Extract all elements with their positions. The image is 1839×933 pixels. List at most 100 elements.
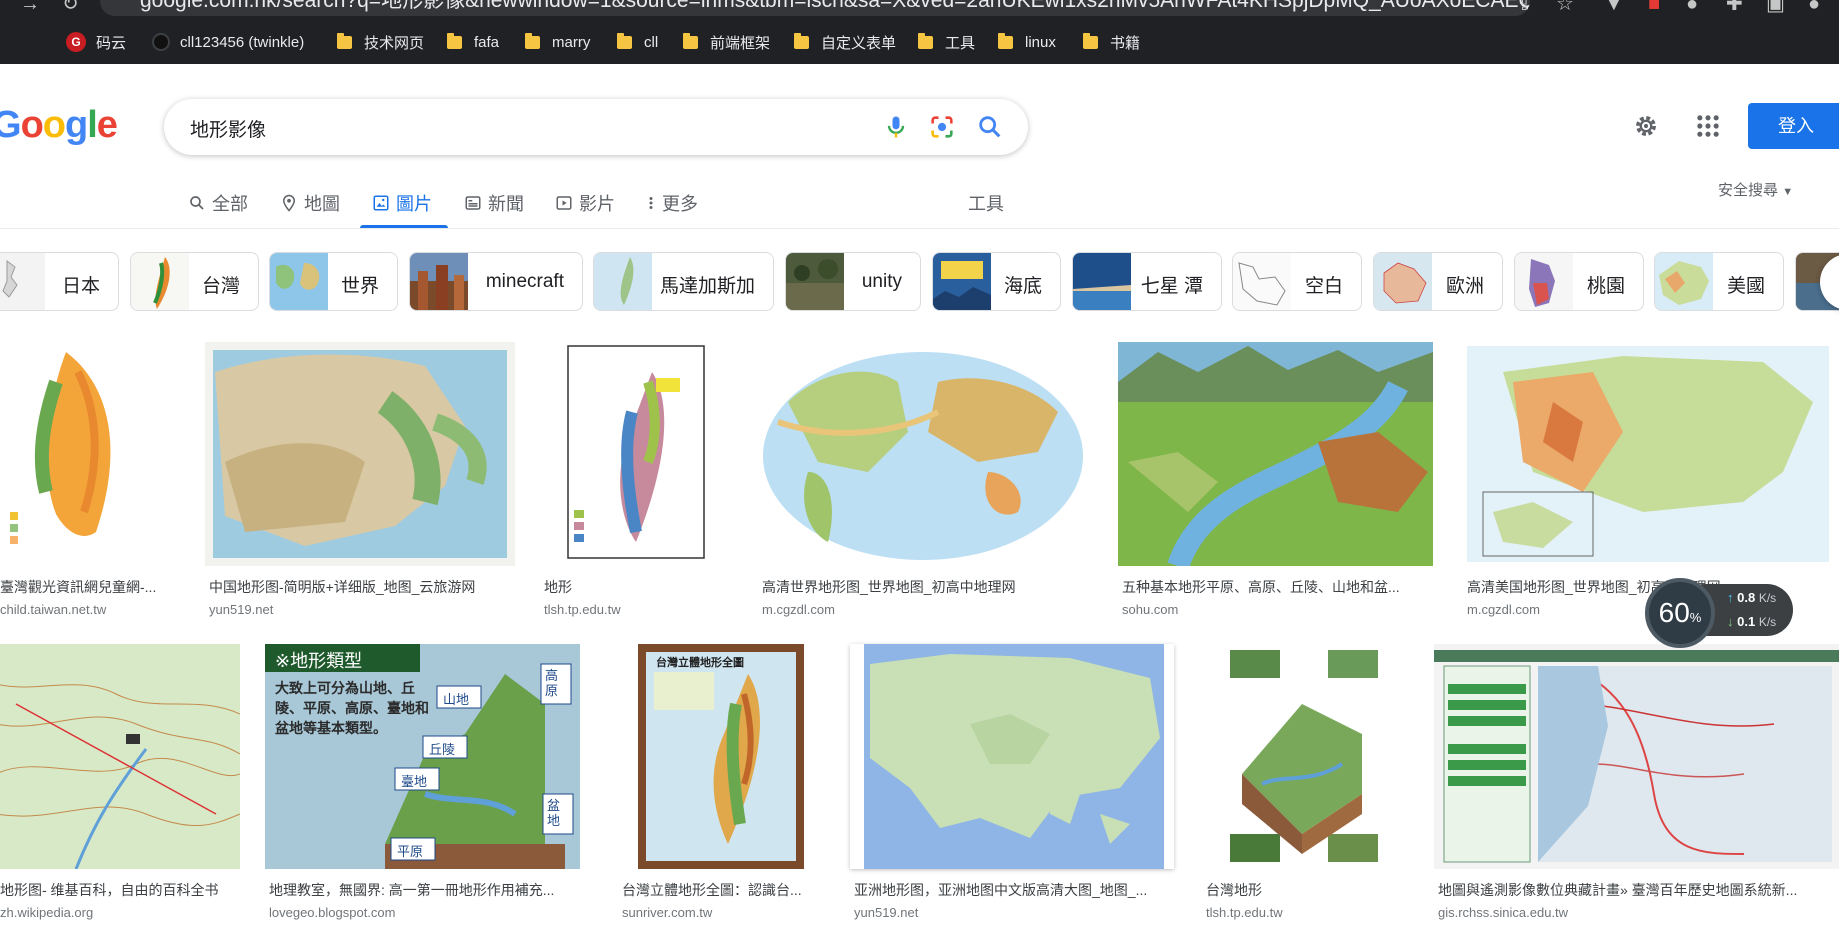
google-logo[interactable]: Google [0, 104, 118, 147]
result-source[interactable]: yun519.net [854, 905, 918, 920]
bookmark-github[interactable]: cll123456 (twinkle) [152, 32, 304, 52]
chip-europe[interactable]: 歐洲 [1373, 252, 1503, 311]
result-source[interactable]: sohu.com [1122, 602, 1178, 617]
chip-qixingtan[interactable]: 七星 潭 [1072, 252, 1222, 311]
profile-icon[interactable]: ● [1808, 0, 1820, 14]
bookmark-folder[interactable]: 前端框架 [683, 32, 770, 52]
result-image[interactable] [1463, 342, 1833, 566]
bookmark-folder[interactable]: cll [617, 32, 658, 52]
result-title[interactable]: 地形图- 维基百科，自由的百科全书 [0, 880, 240, 900]
bookmark-folder[interactable]: linux [998, 32, 1056, 52]
result-image[interactable] [0, 342, 180, 566]
bookmark-folder[interactable]: 书籍 [1083, 32, 1140, 52]
side-panel-icon[interactable]: ▣ [1766, 0, 1785, 14]
result-source[interactable]: m.cgzdl.com [1467, 602, 1540, 617]
result-title[interactable]: 地圖與遙測影像數位典藏計畫» 臺灣百年歷史地圖系統新... [1438, 880, 1838, 900]
result-image[interactable] [540, 342, 732, 566]
chip-madagascar[interactable]: 馬達加斯加 [593, 252, 774, 311]
result-image[interactable] [758, 342, 1088, 566]
search-input[interactable]: 地形影像 [190, 115, 266, 142]
chip-blank[interactable]: 空白 [1232, 252, 1362, 311]
chip-minecraft[interactable]: minecraft [409, 252, 583, 311]
chip-world[interactable]: 世界 [269, 252, 398, 311]
result-source[interactable]: m.cgzdl.com [762, 602, 835, 617]
tab-videos[interactable]: 影片 [555, 190, 615, 216]
result-title[interactable]: 地理教室，無國界: 高一第一冊地形作用補充... [269, 880, 584, 900]
chip-seabed[interactable]: 海底 [932, 252, 1061, 311]
tab-images[interactable]: 圖片 [372, 190, 432, 216]
chip-japan[interactable]: 日本 [0, 252, 119, 311]
result-title[interactable]: 中国地形图-简明版+详细版_地图_云旅游网 [209, 577, 519, 597]
result-source[interactable]: tlsh.tp.edu.tw [1206, 905, 1283, 920]
result-image[interactable] [1434, 644, 1839, 869]
tab-all[interactable]: 全部 [188, 190, 248, 216]
tab-maps[interactable]: 地圖 [280, 190, 340, 216]
result-image[interactable] [850, 644, 1174, 869]
result-image[interactable] [1118, 342, 1433, 566]
forward-arrow-icon[interactable]: → [20, 0, 40, 14]
settings-gear-icon[interactable] [1632, 112, 1660, 140]
extension-badge-icon[interactable]: ■ [1648, 0, 1660, 14]
image-result[interactable]: 地形 tlsh.tp.edu.tw [540, 342, 732, 620]
puzzle-icon[interactable]: ✚ [1726, 0, 1743, 14]
result-image[interactable]: 台灣立體地形全圖 [618, 644, 824, 869]
bookmark-folder[interactable]: 技术网页 [337, 32, 424, 52]
bookmark-folder[interactable]: fafa [447, 32, 499, 52]
result-image[interactable] [1202, 644, 1408, 869]
reload-icon[interactable]: ↻ [62, 0, 79, 14]
result-title[interactable]: 亚洲地形图，亚洲地图中文版高清大图_地图_... [854, 880, 1172, 900]
result-source[interactable]: tlsh.tp.edu.tw [544, 602, 621, 617]
image-result[interactable]: 亚洲地形图，亚洲地图中文版高清大图_地图_... yun519.net [850, 644, 1174, 924]
extension-filter-icon[interactable]: ▼ [1604, 0, 1624, 14]
share-icon[interactable]: ⇪ [1516, 0, 1533, 14]
result-image[interactable] [0, 644, 240, 869]
image-result[interactable]: 高清世界地形图_世界地图_初高中地理网 m.cgzdl.com [758, 342, 1088, 620]
chip-taiwan[interactable]: 台灣 [130, 252, 259, 311]
bookmark-star-icon[interactable]: ☆ [1556, 0, 1574, 14]
chip-taoyuan[interactable]: 桃園 [1514, 252, 1644, 311]
result-title[interactable]: 高清世界地形图_世界地图_初高中地理网 [762, 577, 1092, 597]
image-result[interactable]: 五种基本地形平原、高原、丘陵、山地和盆... sohu.com [1118, 342, 1433, 620]
result-title[interactable]: 地形 [544, 577, 734, 597]
search-box[interactable]: 地形影像 [164, 99, 1028, 155]
bookmark-folder[interactable]: 自定义表单 [794, 32, 896, 52]
network-speed-widget[interactable]: 60% ↑ 0.8 K/s ↓ 0.1 K/s [1645, 578, 1793, 648]
result-source[interactable]: child.taiwan.net.tw [0, 602, 106, 617]
bookmark-folder[interactable]: marry [525, 32, 590, 52]
image-result[interactable]: 台灣立體地形全圖 台灣立體地形全圖：認識台... sunriver.com.tw [618, 644, 824, 924]
chip-unity[interactable]: unity [785, 252, 921, 311]
tab-more[interactable]: 更多 [646, 190, 698, 216]
address-text[interactable]: google.com.hk/search?q=地形影像&newwindow=1&… [140, 0, 1530, 12]
image-result[interactable]: 地圖與遙測影像數位典藏計畫» 臺灣百年歷史地圖系統新... gis.rchss.… [1434, 644, 1839, 924]
search-icon[interactable] [976, 113, 1004, 141]
result-source[interactable]: yun519.net [209, 602, 273, 617]
result-title[interactable]: 台灣立體地形全圖：認識台... [622, 880, 822, 900]
result-source[interactable]: sunriver.com.tw [622, 905, 712, 920]
result-title[interactable]: 台灣地形 [1206, 880, 1406, 900]
extension-avatar-icon[interactable]: ● [1686, 0, 1698, 14]
image-result[interactable]: 台灣地形 tlsh.tp.edu.tw [1202, 644, 1408, 924]
bookmark-gitee[interactable]: G 码云 [66, 32, 126, 52]
microphone-icon[interactable] [882, 113, 910, 141]
result-source[interactable]: lovegeo.blogspot.com [269, 905, 395, 920]
chip-usa[interactable]: 美國 [1654, 252, 1784, 311]
image-result[interactable]: ※地形類型 大致上可分為山地、丘陵、平原、高原、臺地和盆地等基本類型。 山地 高… [265, 644, 580, 924]
apps-grid-icon[interactable] [1694, 112, 1722, 140]
image-result[interactable]: 中国地形图-简明版+详细版_地图_云旅游网 yun519.net [205, 342, 515, 620]
address-bar[interactable]: google.com.hk/search?q=地形影像&newwindow=1&… [100, 0, 1530, 16]
result-source[interactable]: zh.wikipedia.org [0, 905, 93, 920]
result-title[interactable]: 臺灣觀光資訊網兒童網-... [0, 577, 180, 597]
result-title[interactable]: 五种基本地形平原、高原、丘陵、山地和盆... [1122, 577, 1437, 597]
result-image[interactable] [205, 342, 515, 566]
sign-in-button[interactable]: 登入 [1748, 103, 1839, 149]
bookmark-folder[interactable]: 工具 [918, 32, 975, 52]
safe-search-menu[interactable]: 安全搜尋 ▼ [1718, 179, 1793, 200]
image-result[interactable]: 臺灣觀光資訊網兒童網-... child.taiwan.net.tw [0, 342, 180, 620]
browser-address-row: → ↻ google.com.hk/search?q=地形影像&newwindo… [0, 0, 1839, 18]
image-result[interactable]: 地形图- 维基百科，自由的百科全书 zh.wikipedia.org [0, 644, 240, 924]
result-source[interactable]: gis.rchss.sinica.edu.tw [1438, 905, 1568, 920]
tools-button[interactable]: 工具 [968, 190, 1004, 216]
google-lens-icon[interactable] [928, 113, 956, 141]
tab-news[interactable]: 新聞 [464, 190, 524, 216]
result-image[interactable]: ※地形類型 大致上可分為山地、丘陵、平原、高原、臺地和盆地等基本類型。 山地 高… [265, 644, 580, 869]
